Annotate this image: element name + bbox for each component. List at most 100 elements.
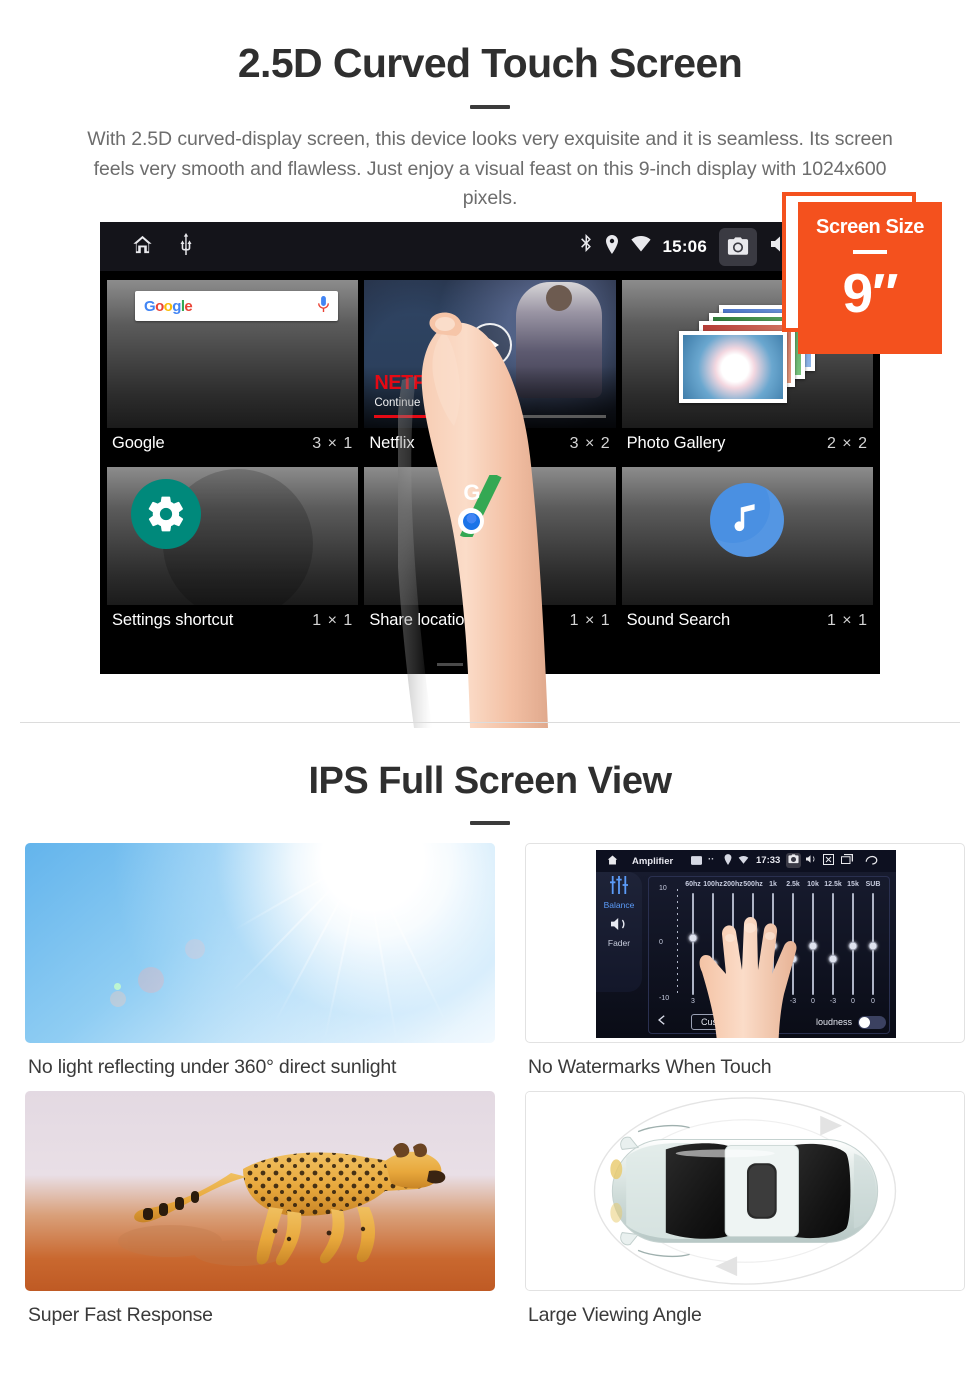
card-caption: Super Fast Response: [28, 1304, 213, 1326]
home-icon[interactable]: [606, 854, 619, 869]
widget-label: Netflix: [369, 434, 415, 452]
eq-band[interactable]: 12.5k -3: [823, 881, 843, 1005]
camera-icon[interactable]: [719, 227, 757, 266]
eq-slider[interactable]: [868, 893, 878, 995]
widget-picker-grid: Google Google 3 × 1 NETFLIX Continue Mar…: [100, 271, 880, 641]
page-dot-active[interactable]: [517, 663, 543, 666]
balance-label[interactable]: Balance: [596, 900, 642, 910]
mic-icon[interactable]: [318, 295, 330, 317]
netflix-wordmark: NETFLIX: [374, 372, 455, 394]
google-search-bar[interactable]: Google: [135, 291, 339, 321]
db-scale: 10 0 -10: [659, 885, 683, 1003]
eq-slider[interactable]: [828, 893, 838, 995]
feature-card-cheetah: Super Fast Response: [25, 1091, 495, 1327]
bluetooth-icon: [580, 234, 593, 259]
status-bar: 15:06: [100, 222, 880, 271]
eq-band[interactable]: SUB 0: [863, 881, 883, 1005]
widget-label: Settings shortcut: [112, 611, 234, 629]
widget-size: 3 × 2: [569, 434, 611, 452]
fader-volume-icon: [611, 918, 625, 930]
back-icon[interactable]: [864, 854, 879, 868]
widget-size: 2 × 2: [826, 434, 868, 452]
usb-icon: [179, 233, 193, 260]
eq-slider[interactable]: [848, 893, 858, 995]
eq-band-label: 200hz: [723, 881, 743, 888]
page-indicator[interactable]: [100, 663, 880, 666]
widget-share-location-preview: G: [364, 467, 616, 605]
section2-title: IPS Full Screen View: [308, 760, 672, 802]
google-logo: Google: [144, 297, 193, 315]
widget-netflix[interactable]: NETFLIX Continue Marvel's Daredevil Netf…: [364, 280, 616, 461]
eq-band-label: 500hz: [743, 881, 763, 888]
more-icon: ··: [708, 854, 715, 865]
amplifier-side-menu: Balance Fader: [596, 872, 642, 992]
feature-card-grid: No light reflecting under 360° direct su…: [0, 843, 980, 1339]
widget-label: Google: [112, 434, 165, 452]
widget-label: Share location: [369, 611, 474, 629]
section2-title-underline: [470, 821, 510, 825]
gallery-icon: [691, 856, 702, 868]
play-icon[interactable]: [467, 323, 512, 368]
badge-title: Screen Size: [816, 216, 924, 238]
badge-body: Screen Size 9″: [798, 202, 942, 354]
car-top-view-image: [525, 1091, 965, 1291]
badge-value: 9″: [842, 262, 899, 324]
feature-card-sunlight: No light reflecting under 360° direct su…: [25, 843, 495, 1079]
loudness-toggle[interactable]: [858, 1015, 886, 1029]
amplifier-title: Amplifier: [632, 856, 674, 867]
cheetah-image: [25, 1091, 495, 1291]
widget-settings-preview: [107, 467, 359, 605]
widget-netflix-preview: NETFLIX Continue Marvel's Daredevil: [364, 280, 616, 428]
amplifier-status-bar: Amplifier ·· 17:33: [596, 850, 896, 872]
eq-band[interactable]: 15k 0: [843, 881, 863, 1005]
amplifier-image: Amplifier ·· 17:33 Balance Fader 10 0 -1…: [525, 843, 965, 1043]
card-caption: Large Viewing Angle: [528, 1304, 702, 1326]
netflix-character-head: [545, 285, 572, 311]
wifi-icon: [738, 856, 749, 867]
widget-size: 1 × 1: [312, 611, 354, 629]
scale-top: 10: [659, 885, 667, 892]
home-icon[interactable]: [130, 233, 155, 261]
amplifier-screen: Amplifier ·· 17:33 Balance Fader 10 0 -1…: [596, 850, 896, 1038]
sunlight-image: [25, 843, 495, 1043]
volume-icon[interactable]: [805, 854, 817, 867]
amplifier-clock: 17:33: [756, 855, 781, 866]
widget-settings-shortcut[interactable]: Settings shortcut 1 × 1: [107, 467, 359, 638]
location-icon: [724, 854, 732, 868]
widget-google[interactable]: Google Google 3 × 1: [107, 280, 359, 461]
camera-icon[interactable]: [786, 853, 801, 868]
music-note-icon: [710, 483, 785, 557]
page-dot[interactable]: [477, 663, 503, 666]
maps-letter: G: [463, 480, 481, 505]
eq-slider[interactable]: [808, 893, 818, 995]
eq-band-value: 0: [871, 998, 875, 1005]
widget-label: Photo Gallery: [626, 434, 726, 452]
previous-preset-icon[interactable]: [656, 1013, 669, 1031]
eq-band-label: 15k: [847, 881, 859, 888]
widget-sound-search[interactable]: Sound Search 1 × 1: [621, 467, 873, 638]
widget-row-1: Google Google 3 × 1 NETFLIX Continue Mar…: [104, 277, 876, 464]
widget-size: 3 × 1: [312, 434, 354, 452]
loudness-label: loudness: [815, 1017, 852, 1027]
scale-bottom: -10: [659, 995, 670, 1002]
section1-title: 2.5D Curved Touch Screen: [237, 40, 743, 86]
status-bar-clock: 15:06: [662, 236, 707, 256]
feature-card-viewing-angle: Large Viewing Angle: [525, 1091, 965, 1327]
recents-icon[interactable]: [841, 854, 853, 867]
eq-band-label: 12.5k: [824, 881, 842, 888]
eq-band-label: 100hz: [703, 881, 723, 888]
gear-icon: [131, 479, 201, 549]
widget-share-location[interactable]: G Share location 1 × 1: [364, 467, 616, 638]
running-cheetah-illustration: [118, 1143, 446, 1266]
eq-band-label: 2.5k: [786, 881, 800, 888]
android-head-unit-screenshot: 15:06 Google Google 3 × 1 NETFLIX Contin…: [100, 222, 880, 674]
wifi-icon: [630, 236, 651, 257]
eq-band-label: SUB: [865, 881, 881, 888]
widget-sound-search-preview: [621, 467, 873, 605]
fader-label[interactable]: Fader: [596, 938, 642, 948]
eq-band-label: 10k: [807, 881, 819, 888]
close-icon[interactable]: [823, 854, 834, 868]
eq-band-label: 1k: [769, 881, 777, 888]
page-dot[interactable]: [437, 663, 463, 666]
eq-band-value: 0: [851, 998, 855, 1005]
